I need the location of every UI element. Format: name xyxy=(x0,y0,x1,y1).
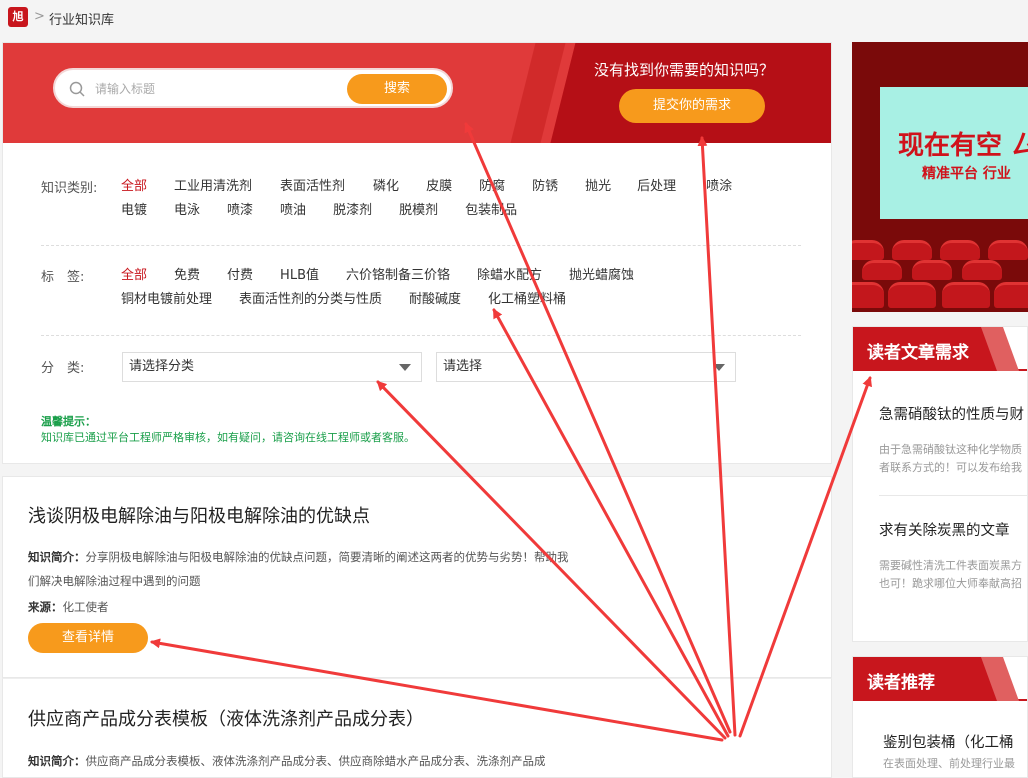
seat xyxy=(888,282,936,308)
category-item[interactable]: 防锈 xyxy=(532,175,558,199)
category-item[interactable]: 工业用清洗剂 xyxy=(174,175,252,199)
chevron-down-icon xyxy=(713,364,725,371)
category-item[interactable]: 磷化 xyxy=(373,175,399,199)
tag-item[interactable]: 除蜡水配方 xyxy=(477,264,542,288)
need-item-text: 需要碱性清洗工件表面炭黑方 xyxy=(879,559,1022,572)
tag-item[interactable]: 付费 xyxy=(227,264,253,288)
divider xyxy=(879,495,1027,496)
category-item[interactable]: 包装制品 xyxy=(465,199,517,223)
seat xyxy=(962,260,1002,280)
need-item-text: 由于急需硝酸钛这种化学物质 xyxy=(879,443,1022,456)
tip-title: 温馨提示： xyxy=(41,415,96,428)
seat xyxy=(892,240,932,260)
ad-screen: 现在有空 ㄙ 精准平台 行业 xyxy=(880,87,1028,219)
recommend-item-title[interactable]: 鉴别包装桶（化工桶 xyxy=(883,731,1014,752)
need-item-text: 也可！跪求哪位大师奉献高招 xyxy=(879,577,1022,590)
tag-item[interactable]: HLB值 xyxy=(280,264,319,288)
category-item[interactable]: 后处理 xyxy=(637,175,676,199)
search-box: 搜索 xyxy=(53,68,453,108)
classify-select-primary[interactable]: 请选择分类 xyxy=(122,352,422,382)
seat xyxy=(852,282,884,308)
search-banner: 搜索 没有找到你需要的知识吗？ 提交你的需求 xyxy=(3,43,831,143)
seat xyxy=(994,282,1028,308)
tag-item[interactable]: 表面活性剂的分类与性质 xyxy=(239,288,382,312)
panel-title: 读者推荐 xyxy=(867,673,935,693)
category-item[interactable]: 电镀 xyxy=(121,199,147,223)
tag-item[interactable]: 耐酸碱度 xyxy=(409,288,461,312)
knowledge-filter-panel: 搜索 没有找到你需要的知识吗？ 提交你的需求 知识类别: 全部工业用清洗剂表面活… xyxy=(2,42,832,464)
category-item[interactable]: 电泳 xyxy=(174,199,200,223)
need-prompt: 没有找到你需要的知识吗？ xyxy=(594,61,775,79)
classify-select-secondary[interactable]: 请选择 xyxy=(436,352,736,382)
category-item[interactable]: 防腐 xyxy=(479,175,505,199)
tip-text: 知识库已通过平台工程师严格审核，如有疑问，请咨询在线工程师或者客服。 xyxy=(41,431,415,444)
category-item[interactable]: 脱漆剂 xyxy=(333,199,372,223)
category-filter: 知识类别: 全部 工业用清洗剂 表面活性剂 磷化 皮膜 防腐 防锈 抛光 后处理 喷涂电镀 电泳 喷漆… xyxy=(41,177,801,227)
ad-banner[interactable]: 现在有空 ㄙ 精准平台 行业 xyxy=(852,42,1028,312)
category-item[interactable]: 全部 xyxy=(121,175,147,199)
classify-label: 分 类: xyxy=(41,361,85,376)
breadcrumb-separator-icon: > xyxy=(34,9,45,24)
panel-header: 读者推荐 xyxy=(853,657,1027,701)
need-item-text: 者联系方式的！可以发布给我 xyxy=(879,461,1022,474)
article-description: 知识简介：供应商产品成分表模板、液体洗涤剂产品成分表、供应商除蜡水产品成分表、洗… xyxy=(28,749,578,773)
category-item[interactable]: 皮膜 xyxy=(426,175,452,199)
article-source: 来源：化工使者 xyxy=(28,599,109,615)
tag-item[interactable]: 全部 xyxy=(121,264,147,288)
tag-item[interactable]: 铜材电镀前处理 xyxy=(121,288,212,312)
article-desc-text: 供应商产品成分表模板、液体洗涤剂产品成分表、供应商除蜡水产品成分表、洗涤剂产品成 xyxy=(85,754,546,768)
need-item-title[interactable]: 急需硝酸钛的性质与财 xyxy=(879,403,1024,424)
category-label: 知识类别: xyxy=(41,181,98,196)
category-item[interactable]: 表面活性剂 xyxy=(280,175,345,199)
divider xyxy=(41,335,801,336)
category-item[interactable]: 喷油 xyxy=(280,199,306,223)
tag-item[interactable]: 六价铬制备三价铬 xyxy=(346,264,450,288)
panel-header: 读者文章需求 xyxy=(853,327,1027,371)
tag-item[interactable]: 抛光蜡腐蚀 xyxy=(569,264,634,288)
tag-filter: 标 签: 全部 免费 付费 HLB值 六价铬制备三价铬 除蜡水配方 抛光蜡腐蚀铜材电镀前处理… xyxy=(41,266,801,316)
seat xyxy=(988,240,1028,260)
chevron-down-icon xyxy=(399,364,411,371)
search-input[interactable] xyxy=(95,78,335,100)
classify-select-secondary-value: 请选择 xyxy=(443,359,483,374)
classify-select-primary-value: 请选择分类 xyxy=(129,359,195,374)
article-src-text: 化工使者 xyxy=(62,600,109,614)
article-title[interactable]: 浅谈阴极电解除油与阳极电解除油的优缺点 xyxy=(28,502,370,528)
category-item[interactable]: 抛光 xyxy=(585,175,611,199)
site-logo[interactable]: 旭 xyxy=(8,7,28,27)
category-item[interactable]: 脱模剂 xyxy=(399,199,438,223)
category-item[interactable]: 喷漆 xyxy=(227,199,253,223)
search-button[interactable]: 搜索 xyxy=(347,74,447,104)
seat xyxy=(862,260,902,280)
reader-recommend-panel: 读者推荐 鉴别包装桶（化工桶 在表面处理、前处理行业最 xyxy=(852,656,1028,778)
article-description: 知识简介：分享阴极电解除油与阳极电解除油的优缺点问题，简要清晰的阐述这两者的优势… xyxy=(28,545,578,593)
divider xyxy=(41,245,801,246)
tag-item[interactable]: 免费 xyxy=(174,264,200,288)
seat xyxy=(942,282,990,308)
search-icon xyxy=(69,81,85,97)
article-title[interactable]: 供应商产品成分表模板（液体洗涤剂产品成分表） xyxy=(28,705,424,731)
article-card: 供应商产品成分表模板（液体洗涤剂产品成分表） 知识简介：供应商产品成分表模板、液… xyxy=(2,678,832,778)
ad-subline: 精准平台 行业 xyxy=(922,166,1011,182)
article-src-label: 来源： xyxy=(28,600,63,614)
panel-title: 读者文章需求 xyxy=(867,343,969,363)
article-desc-text: 分享阴极电解除油与阳极电解除油的优缺点问题，简要清晰的阐述这两者的优势与劣势！帮… xyxy=(28,550,569,588)
tag-item[interactable]: 化工桶塑料桶 xyxy=(488,288,566,312)
view-detail-button[interactable]: 查看详情 xyxy=(28,623,148,653)
need-item-title[interactable]: 求有关除炭黑的文章 xyxy=(879,519,1010,540)
article-desc-label: 知识简介： xyxy=(28,550,86,564)
breadcrumb: 旭 > 行业知识库 xyxy=(0,0,1028,36)
seat xyxy=(940,240,980,260)
article-card: 浅谈阴极电解除油与阳极电解除油的优缺点 知识简介：分享阴极电解除油与阳极电解除油… xyxy=(2,476,832,678)
seat xyxy=(852,240,884,260)
ad-headline: 现在有空 ㄙ xyxy=(898,131,1028,161)
seat xyxy=(912,260,952,280)
recommend-item-text: 在表面处理、前处理行业最 xyxy=(883,757,1015,770)
breadcrumb-current[interactable]: 行业知识库 xyxy=(49,9,114,28)
submit-need-button[interactable]: 提交你的需求 xyxy=(619,89,765,123)
category-item[interactable]: 喷涂 xyxy=(706,175,732,199)
tag-label: 标 签: xyxy=(41,270,85,285)
reader-needs-panel: 读者文章需求 急需硝酸钛的性质与财 由于急需硝酸钛这种化学物质 者联系方式的！可… xyxy=(852,326,1028,642)
article-desc-label: 知识简介： xyxy=(28,754,86,768)
